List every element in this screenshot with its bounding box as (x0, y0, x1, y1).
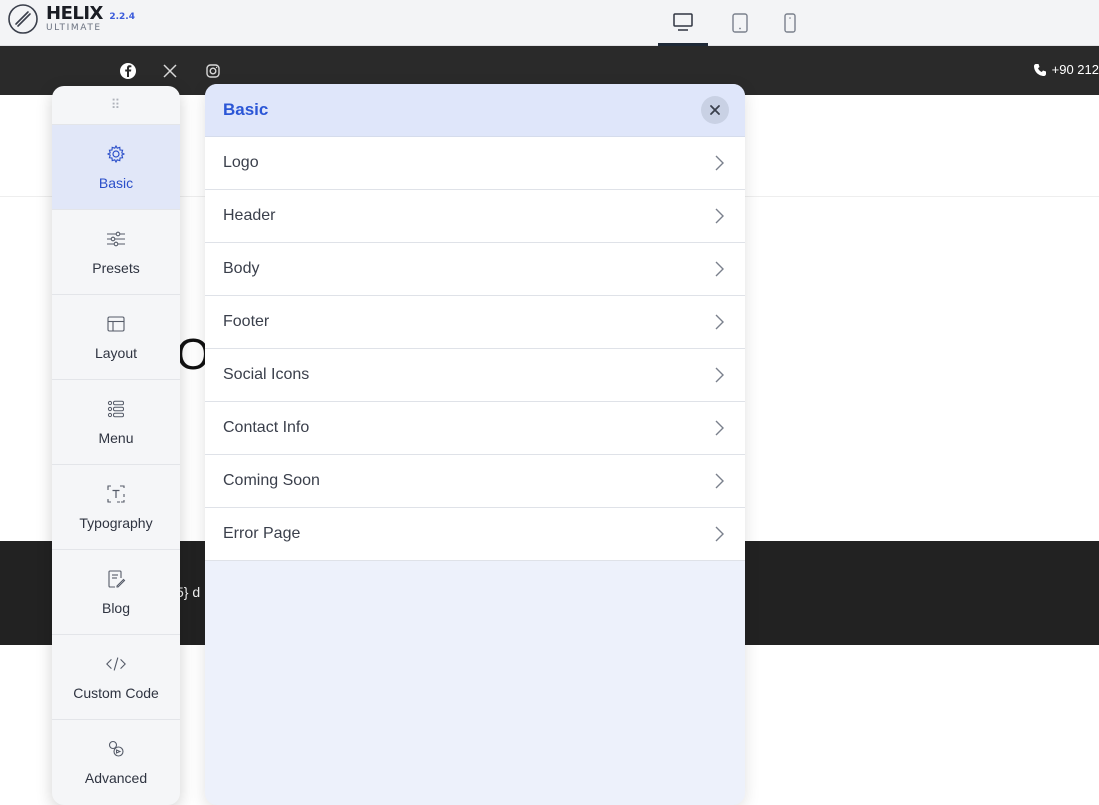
chevron-right-icon (713, 367, 725, 383)
chevron-right-icon (713, 261, 725, 277)
close-button[interactable] (701, 96, 729, 124)
panel-item-label: Header (223, 207, 276, 224)
panel-item-label: Logo (223, 154, 259, 171)
panel-item-label: Contact Info (223, 419, 310, 436)
helix-logo[interactable]: HELIX 2.2.4 ULTIMATE (6, 2, 135, 36)
phone-icon (1033, 63, 1046, 76)
phone-number: +90 212 (1051, 62, 1099, 77)
panel-item-label: Body (223, 260, 260, 277)
panel-item-header[interactable]: Header (205, 190, 745, 243)
sidebar-item-advanced[interactable]: Advanced (52, 719, 180, 804)
phone-contact[interactable]: +90 212 (1033, 62, 1099, 77)
sidebar-item-label: Advanced (84, 770, 148, 786)
panel-menu-list: Logo Header Body Footer Social Icons Con… (205, 137, 745, 561)
typography-icon (105, 483, 127, 505)
panel-item-social-icons[interactable]: Social Icons (205, 349, 745, 402)
sidebar-item-menu[interactable]: Menu (52, 379, 180, 464)
panel-header: Basic (205, 84, 745, 137)
helix-logo-icon (8, 4, 38, 34)
panel-item-coming-soon[interactable]: Coming Soon (205, 455, 745, 508)
panel-item-contact-info[interactable]: Contact Info (205, 402, 745, 455)
drag-handle-icon[interactable]: ⠿ (52, 86, 180, 124)
panel-title: Basic (223, 100, 269, 119)
panel-item-footer[interactable]: Footer (205, 296, 745, 349)
sidebar-item-typography[interactable]: Typography (52, 464, 180, 549)
chevron-right-icon (713, 208, 725, 224)
chevron-right-icon (713, 155, 725, 171)
sidebar-item-label: Custom Code (73, 685, 159, 701)
tablet-view-button[interactable] (715, 0, 765, 46)
sidebar-item-label: Menu (98, 430, 134, 446)
logo-subtitle: ULTIMATE (46, 23, 102, 33)
panel-item-label: Footer (223, 313, 270, 330)
menu-icon (105, 398, 127, 420)
settings-sidebar: ⠿ Basic Presets Layout Menu Typography B… (52, 86, 180, 805)
advanced-icon (105, 738, 127, 760)
chevron-right-icon (713, 314, 725, 330)
panel-item-error-page[interactable]: Error Page (205, 508, 745, 561)
blog-icon (105, 568, 127, 590)
panel-item-label: Error Page (223, 525, 301, 542)
panel-item-body[interactable]: Body (205, 243, 745, 296)
mobile-icon (784, 13, 796, 33)
mobile-view-button[interactable] (765, 0, 815, 46)
chevron-right-icon (713, 473, 725, 489)
basic-settings-panel: Basic Logo Header Body Footer Social Ico… (205, 84, 745, 805)
layout-icon (105, 313, 127, 335)
sidebar-item-blog[interactable]: Blog (52, 549, 180, 634)
panel-item-label: Social Icons (223, 366, 310, 383)
x-icon[interactable] (160, 61, 180, 81)
desktop-view-button[interactable] (658, 0, 708, 46)
sidebar-item-label: Blog (101, 600, 131, 616)
sidebar-item-label: Layout (94, 345, 138, 361)
tablet-icon (732, 13, 748, 33)
close-icon (710, 105, 720, 115)
facebook-icon[interactable] (118, 61, 138, 81)
sidebar-item-custom-code[interactable]: Custom Code (52, 634, 180, 719)
sidebar-item-label: Presets (92, 260, 140, 276)
instagram-icon[interactable] (203, 61, 223, 81)
gear-icon (105, 143, 127, 165)
chevron-right-icon (713, 420, 725, 436)
code-icon (105, 653, 127, 675)
logo-version: 2.2.4 (109, 12, 135, 22)
sidebar-item-label: Typography (79, 515, 153, 531)
sliders-icon (105, 228, 127, 250)
panel-item-logo[interactable]: Logo (205, 137, 745, 190)
sidebar-item-presets[interactable]: Presets (52, 209, 180, 294)
panel-item-label: Coming Soon (223, 472, 320, 489)
sidebar-item-layout[interactable]: Layout (52, 294, 180, 379)
chevron-right-icon (713, 526, 725, 542)
top-bar: HELIX 2.2.4 ULTIMATE (0, 0, 1099, 46)
desktop-icon (673, 12, 693, 31)
sidebar-item-label: Basic (98, 175, 134, 191)
sidebar-item-basic[interactable]: Basic (52, 124, 180, 209)
logo-name: HELIX (46, 3, 103, 24)
